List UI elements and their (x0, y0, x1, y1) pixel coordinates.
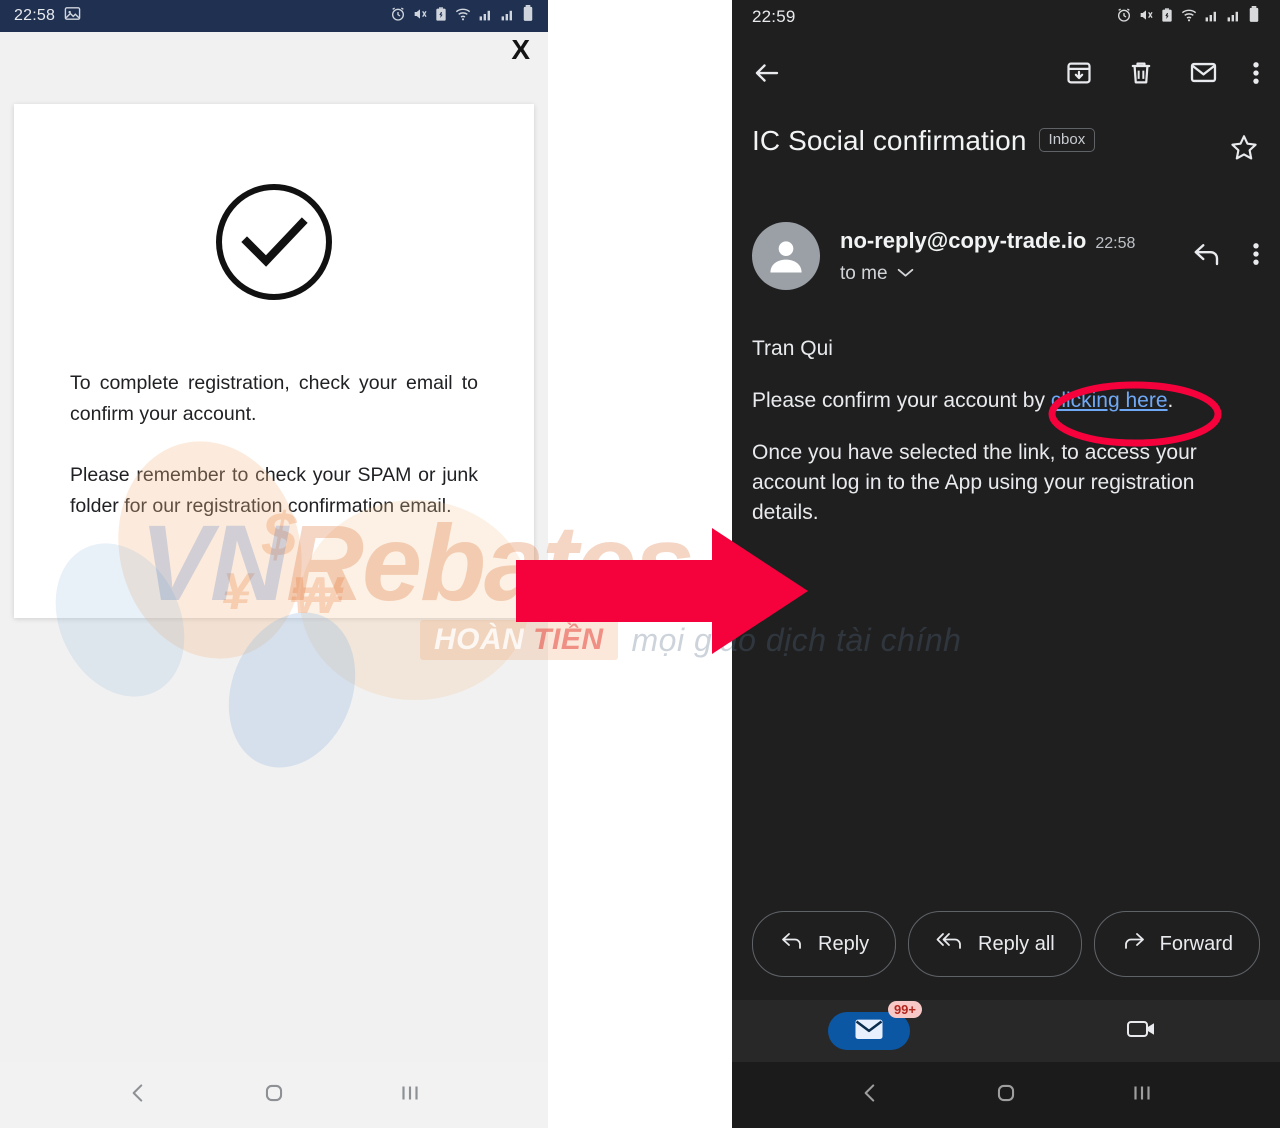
sender-actions (1192, 222, 1260, 273)
wifi-icon (1180, 7, 1198, 28)
email-action-buttons: Reply Reply all Forward (732, 911, 1280, 977)
video-camera-icon (1126, 1017, 1160, 1046)
reply-all-label: Reply all (978, 932, 1055, 955)
vibrate-mute-icon (1138, 7, 1154, 28)
signal-1-icon (1204, 7, 1220, 28)
recents-icon[interactable] (397, 1080, 423, 1111)
alarm-icon (390, 6, 406, 27)
email-timestamp: 22:58 (1095, 235, 1136, 252)
registration-confirmation-dialog: To complete registration, check your ema… (14, 104, 534, 618)
sender-email[interactable]: no-reply@copy-trade.io (840, 228, 1086, 254)
dialog-paragraph-1: To complete registration, check your ema… (70, 372, 478, 425)
more-vert-icon[interactable] (1252, 240, 1260, 273)
forward-icon (1121, 931, 1147, 957)
recipient-label: to me (840, 263, 888, 284)
forward-button[interactable]: Forward (1093, 911, 1260, 977)
confirm-text-before: Please confirm your account by (752, 389, 1051, 412)
reply-all-icon (935, 931, 965, 957)
dialog-text-block: To complete registration, check your ema… (70, 368, 478, 522)
mail-tab-pill[interactable]: 99+ (828, 1001, 922, 1050)
mail-unread-badge: 99+ (887, 1001, 922, 1018)
sender-row: no-reply@copy-trade.io 22:58 to me (732, 222, 1280, 290)
bottom-nav-mail-tab[interactable]: 99+ (732, 1001, 1006, 1050)
signal-2-icon (500, 6, 516, 27)
gmail-app-bar (732, 44, 1280, 106)
sender-line-primary: no-reply@copy-trade.io 22:58 (840, 228, 1135, 254)
subject-block: IC Social confirmation Inbox (752, 124, 1096, 158)
home-icon[interactable] (261, 1080, 287, 1111)
red-arrow (516, 528, 808, 659)
red-ellipse-highlight (1046, 378, 1224, 455)
label-chip-inbox[interactable]: Inbox (1038, 128, 1096, 152)
right-status-bar: 22:59 (732, 0, 1280, 34)
trash-icon[interactable] (1127, 59, 1155, 92)
sender-meta: no-reply@copy-trade.io 22:58 to me (840, 222, 1135, 285)
reply-icon (779, 931, 805, 957)
right-phone-screen: 22:59 IC Social confirmation Inbox no-re… (732, 0, 1280, 1128)
left-phone-screen: 22:58 X To complete registration, check … (0, 0, 548, 1128)
alarm-icon (1116, 7, 1132, 28)
battery-icon (522, 5, 534, 27)
wifi-icon (454, 6, 472, 27)
bottom-nav-meet-tab[interactable] (1006, 1017, 1280, 1046)
person-avatar-icon[interactable] (752, 222, 820, 290)
left-status-left-group: 22:58 (14, 5, 81, 27)
battery-icon (1248, 6, 1260, 28)
right-android-nav-bar (732, 1062, 1280, 1128)
back-arrow-icon[interactable] (752, 58, 782, 93)
mail-icon (854, 1017, 884, 1046)
signal-1-icon (478, 6, 494, 27)
home-icon[interactable] (993, 1080, 1019, 1111)
reply-button[interactable]: Reply (752, 911, 897, 977)
email-subject: IC Social confirmation (752, 125, 1027, 156)
close-dialog-button[interactable]: X (511, 36, 530, 64)
back-icon[interactable] (857, 1080, 883, 1111)
right-status-time: 22:59 (752, 7, 796, 26)
archive-icon[interactable] (1065, 59, 1093, 92)
screenshot-root: 22:58 X To complete registration, check … (0, 0, 1280, 1128)
star-outline-icon[interactable] (1228, 132, 1260, 169)
gmail-bottom-nav: 99+ (732, 1000, 1280, 1062)
left-status-bar: 22:58 (0, 0, 548, 32)
vibrate-mute-icon (412, 6, 428, 27)
left-status-time: 22:58 (14, 7, 56, 24)
left-android-nav-bar (0, 1062, 548, 1128)
app-bar-actions (1065, 58, 1260, 92)
back-icon[interactable] (125, 1080, 151, 1111)
email-greeting: Tran Qui (752, 337, 833, 360)
more-vert-icon[interactable] (1252, 59, 1260, 92)
signal-2-icon (1226, 7, 1242, 28)
reply-label: Reply (818, 932, 870, 955)
dialog-paragraph-2: Please remember to check your SPAM or ju… (70, 464, 478, 517)
envelope-icon[interactable] (1189, 58, 1218, 92)
subject-row: IC Social confirmation Inbox (732, 124, 1280, 169)
left-status-icons (390, 5, 534, 27)
battery-saver-icon (1160, 7, 1174, 28)
forward-label: Forward (1159, 932, 1233, 955)
reply-arrow-icon[interactable] (1192, 241, 1222, 272)
check-circle-icon (70, 182, 478, 302)
image-icon (64, 5, 81, 27)
chevron-down-icon[interactable] (897, 265, 914, 283)
right-status-icons (1116, 6, 1260, 28)
battery-saver-icon (434, 6, 448, 27)
recipient-row[interactable]: to me (840, 263, 1135, 285)
recents-icon[interactable] (1129, 1080, 1155, 1111)
reply-all-button[interactable]: Reply all (908, 911, 1082, 977)
